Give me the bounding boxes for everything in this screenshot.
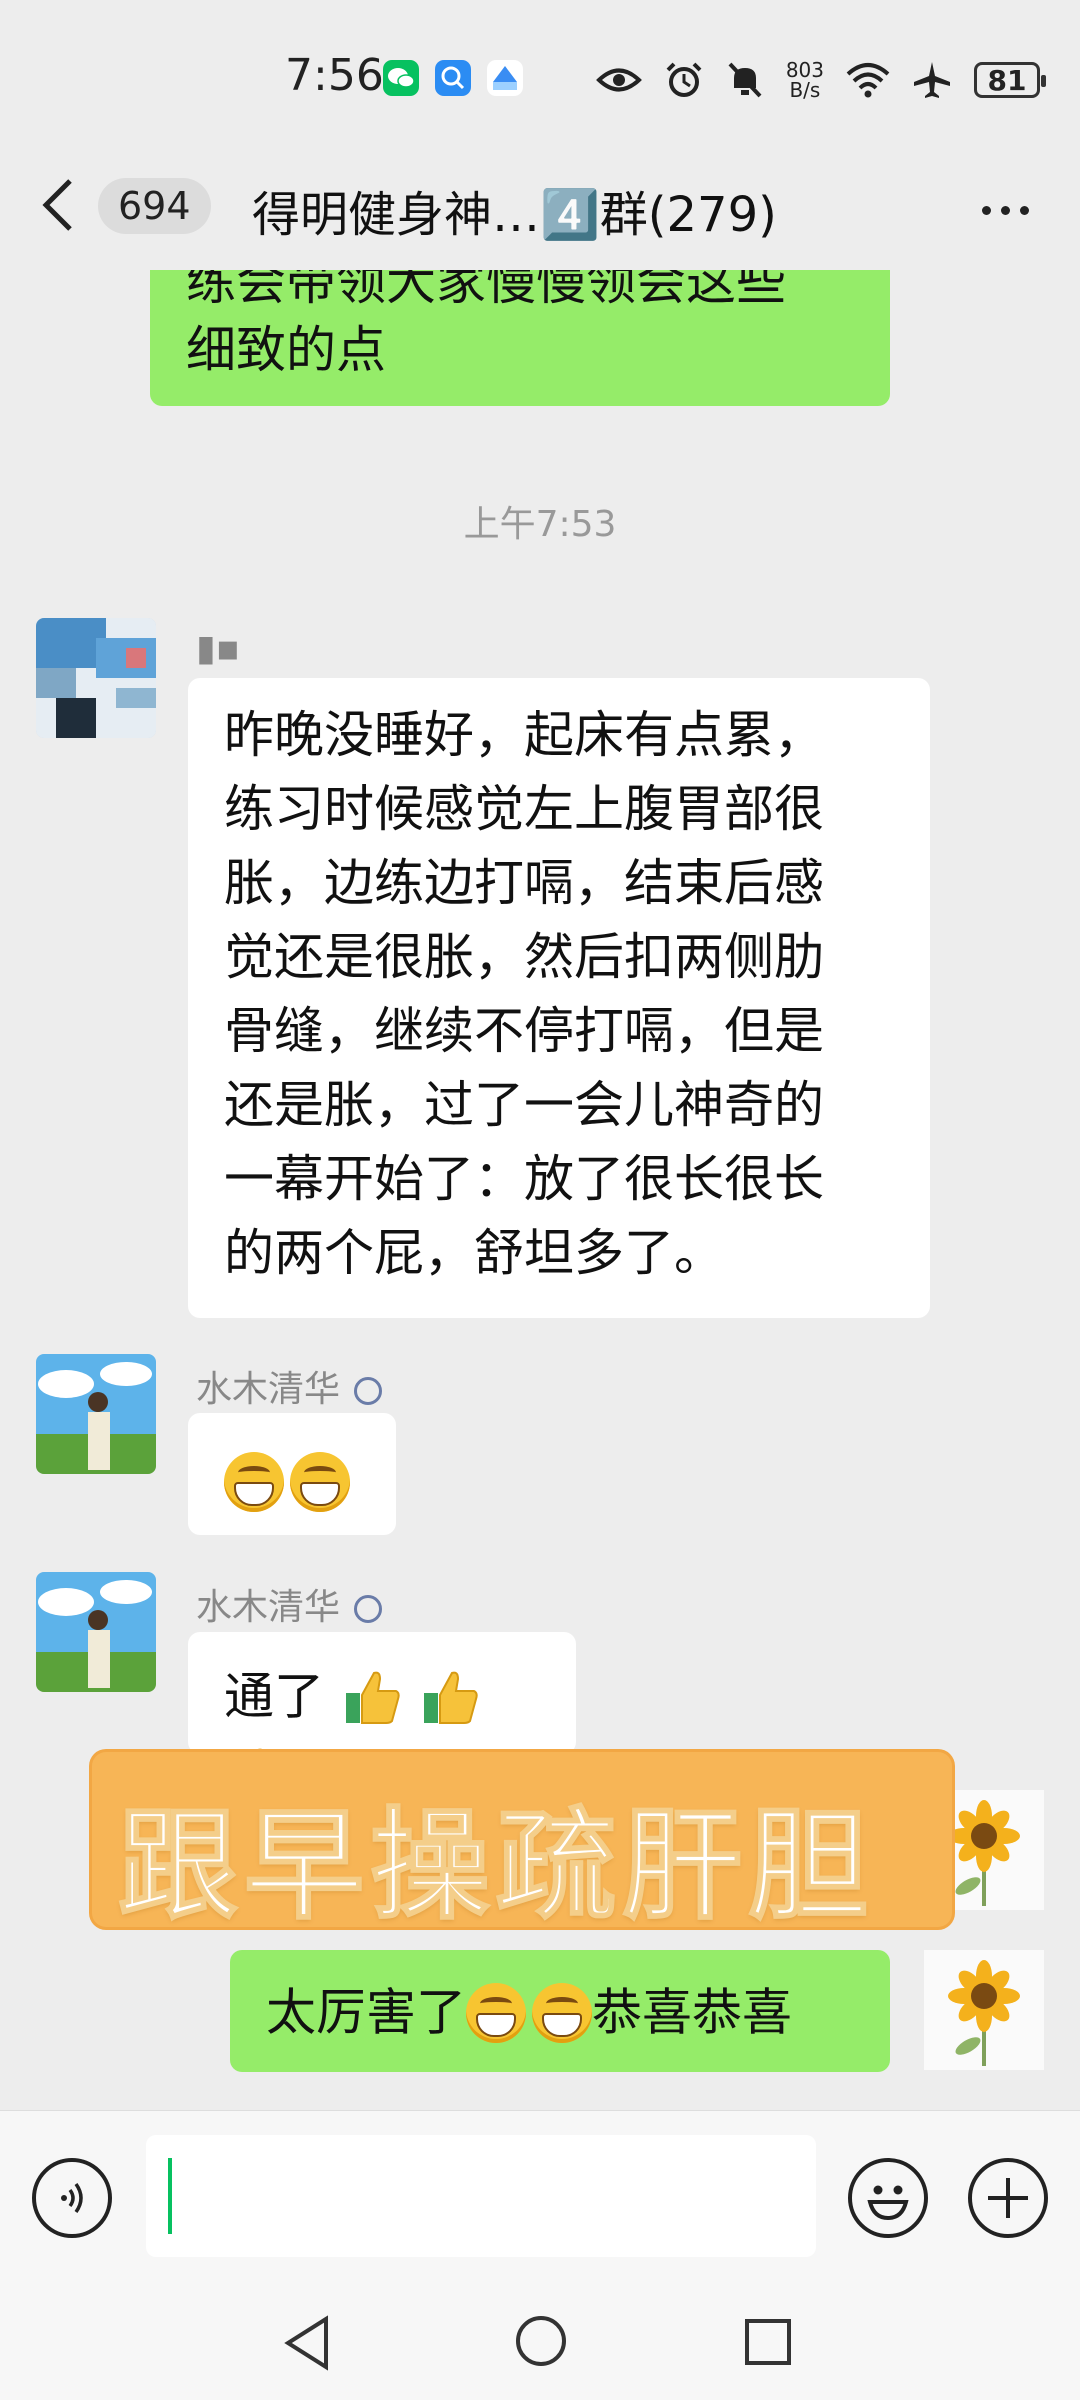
chat-title[interactable]: 得明健身神…4️⃣群(279) bbox=[252, 175, 777, 245]
plus-button[interactable] bbox=[968, 2158, 1048, 2238]
grin-emoji-icon bbox=[290, 1451, 350, 1512]
emoji-button[interactable] bbox=[848, 2158, 928, 2238]
eye-icon bbox=[595, 68, 642, 92]
nav-back-icon[interactable] bbox=[282, 2315, 332, 2371]
battery-indicator: 81 bbox=[974, 62, 1046, 98]
voice-button[interactable] bbox=[32, 2158, 112, 2238]
message-bubble-self[interactable]: 练会带领大家慢慢领会这些 细致的点 bbox=[150, 270, 890, 406]
thumbs-up-emoji-icon bbox=[345, 1671, 400, 1724]
search-app-notification-icon bbox=[435, 60, 471, 96]
thumbs-up-emoji-icon bbox=[423, 1671, 478, 1724]
more-button[interactable] bbox=[970, 175, 1040, 245]
message-input[interactable] bbox=[146, 2135, 816, 2257]
message-bubble-self[interactable]: 太厉害了 恭喜恭喜 bbox=[230, 1950, 890, 2072]
message-bubble[interactable]: 通了 bbox=[188, 1632, 576, 1801]
app-notification-icon bbox=[487, 60, 523, 96]
mute-icon bbox=[728, 62, 762, 98]
status-time: 7:56 bbox=[285, 50, 384, 101]
alarm-icon bbox=[666, 62, 702, 97]
nav-recents-icon[interactable] bbox=[744, 2318, 792, 2366]
chevron-left-icon bbox=[42, 179, 72, 231]
message-bubble[interactable]: 昨晚没睡好，起床有点累， 练习时候感觉左上腹胃部很 胀，边练边打嗝，结束后感 觉… bbox=[188, 678, 930, 1318]
message-bubble[interactable] bbox=[188, 1413, 396, 1535]
more-dots-icon bbox=[981, 205, 991, 215]
sender-name: 水木清华 bbox=[196, 1360, 383, 1412]
wechat-notification-icon bbox=[383, 60, 419, 96]
grin-emoji-icon bbox=[532, 1982, 592, 2043]
avatar[interactable] bbox=[36, 1572, 156, 1692]
airplane-icon bbox=[914, 62, 950, 98]
status-icons: 803 B/s 81 bbox=[595, 55, 1046, 105]
sender-badge-icon bbox=[354, 1377, 383, 1405]
grin-emoji-icon bbox=[466, 1982, 526, 2043]
voice-icon bbox=[61, 2182, 83, 2214]
avatar[interactable] bbox=[36, 1354, 156, 1474]
sender-badge-icon bbox=[354, 1595, 383, 1623]
sender-name: 水木清华 bbox=[196, 1578, 383, 1630]
unread-count-badge[interactable]: 694 bbox=[98, 178, 211, 234]
overlay-banner-text: 跟早操疏肝胆 bbox=[117, 1796, 874, 1937]
grin-emoji-icon bbox=[224, 1451, 284, 1512]
sender-name: ▮▪ bbox=[196, 628, 241, 669]
self-avatar[interactable] bbox=[924, 1950, 1044, 2070]
emoji-icon bbox=[867, 2185, 909, 2221]
nav-home-icon[interactable] bbox=[514, 2314, 568, 2368]
network-speed: 803 B/s bbox=[785, 58, 824, 102]
plus-icon bbox=[988, 2178, 1028, 2218]
text-caret bbox=[168, 2158, 172, 2234]
wifi-icon bbox=[846, 63, 890, 98]
message-timestamp: 上午7:53 bbox=[463, 504, 617, 545]
avatar[interactable] bbox=[36, 618, 156, 738]
